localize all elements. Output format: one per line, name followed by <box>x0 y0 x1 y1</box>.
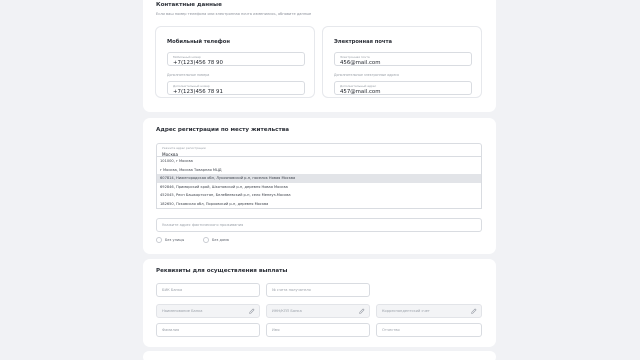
surname-placeholder: Фамилия <box>162 328 180 332</box>
email-extra-field[interactable]: Дополнительный адрес 457@mail.com <box>334 81 472 95</box>
mobile-extra-label: Дополнительный номер <box>173 84 210 88</box>
actual-address-placeholder: Укажите адрес фактического проживания <box>162 223 244 227</box>
email-extra-label: Дополнительный адрес <box>340 84 377 88</box>
address-suggestions: 101000, г Москва г Москва, Москва Товарн… <box>156 157 482 209</box>
corr-field: Корреспондентский счет <box>376 304 482 318</box>
contacts-title: Контактные данные <box>156 2 222 8</box>
suggestion-item-highlighted[interactable]: 607814, Нижегородская обл, Лукояновский … <box>157 174 481 183</box>
no-street-label: Без улицы <box>165 238 185 242</box>
email-panel: Электронная почта Электронная почта 456@… <box>322 26 482 98</box>
bik-placeholder: БИК Банка <box>162 288 183 292</box>
name-placeholder: Имя <box>272 328 280 332</box>
bik-field[interactable]: БИК Банка <box>156 283 260 297</box>
no-street-radio[interactable] <box>156 237 162 243</box>
mobile-main-value: +7(123)456 78 90 <box>173 60 223 66</box>
no-street-checkbox[interactable]: Без улицы <box>156 237 184 243</box>
bank-name-field: Наименование Банка <box>156 304 260 318</box>
address-input-label: Укажите адрес регистрации <box>162 146 206 150</box>
email-main-label: Электронная почта <box>340 55 370 59</box>
mobile-title: Мобильный телефон <box>167 39 230 45</box>
suggestion-item[interactable]: 692846, Приморский край, Шкотовский р-н,… <box>157 183 481 192</box>
actual-address-input[interactable]: Укажите адрес фактического проживания <box>156 218 482 232</box>
address-input[interactable]: Укажите адрес регистрации Москва <box>156 143 482 157</box>
address-input-value: Москва <box>162 151 179 157</box>
contacts-card: Контактные данные Если ваш номер телефон… <box>143 0 496 112</box>
suggestion-item[interactable]: 452045, Респ Башкортостан, Белебеевский … <box>157 191 481 200</box>
inn-placeholder: ИНН/КПП Банка <box>272 309 302 313</box>
patronymic-placeholder: Отчество <box>382 328 400 332</box>
inn-field: ИНН/КПП Банка <box>266 304 370 318</box>
pencil-icon[interactable] <box>359 308 365 314</box>
suggestion-item[interactable]: 101000, г Москва <box>157 157 481 166</box>
no-house-checkbox[interactable]: Без дома <box>203 237 229 243</box>
surname-field[interactable]: Фамилия <box>156 323 260 337</box>
no-house-radio[interactable] <box>203 237 209 243</box>
mobile-extra-field[interactable]: Дополнительный номер +7(123)456 78 91 <box>167 81 305 95</box>
patronymic-field[interactable]: Отчество <box>376 323 482 337</box>
email-extra-value: 457@mail.com <box>340 89 381 95</box>
email-title: Электронная почта <box>334 39 392 45</box>
mobile-panel: Мобильный телефон Мобильный номер +7(123… <box>155 26 315 98</box>
account-field[interactable]: № счета получателя <box>266 283 370 297</box>
mobile-extra-outer-label: Дополнительные номера <box>167 73 210 77</box>
suggestion-item[interactable]: г Москва, Москва Товарная МЦД <box>157 166 481 175</box>
email-extra-outer-label: Дополнительные электронные адреса <box>334 73 399 77</box>
bank-card: Реквизиты для осуществления выплаты БИК … <box>143 259 496 347</box>
mobile-extra-value: +7(123)456 78 91 <box>173 89 223 95</box>
suggestion-item[interactable]: 182650, Псковская обл, Порховский р-н, д… <box>157 200 481 209</box>
name-field[interactable]: Имя <box>266 323 370 337</box>
address-title: Адрес регистрации по месту жительства <box>156 127 290 133</box>
bank-name-placeholder: Наименование Банка <box>162 309 203 313</box>
email-main-field[interactable]: Электронная почта 456@mail.com <box>334 52 472 66</box>
address-card: Адрес регистрации по месту жительства Ук… <box>143 118 496 254</box>
account-placeholder: № счета получателя <box>272 288 311 292</box>
email-main-value: 456@mail.com <box>340 60 381 66</box>
contacts-subtitle: Если ваш номер телефона или электронная … <box>156 12 312 16</box>
corr-placeholder: Корреспондентский счет <box>382 309 430 313</box>
pencil-icon[interactable] <box>471 308 477 314</box>
no-house-label: Без дома <box>212 238 229 242</box>
bank-title: Реквизиты для осуществления выплаты <box>156 268 288 274</box>
mobile-main-field[interactable]: Мобильный номер +7(123)456 78 90 <box>167 52 305 66</box>
mobile-main-label: Мобильный номер <box>173 55 201 59</box>
next-card <box>143 351 496 360</box>
pencil-icon[interactable] <box>249 308 255 314</box>
